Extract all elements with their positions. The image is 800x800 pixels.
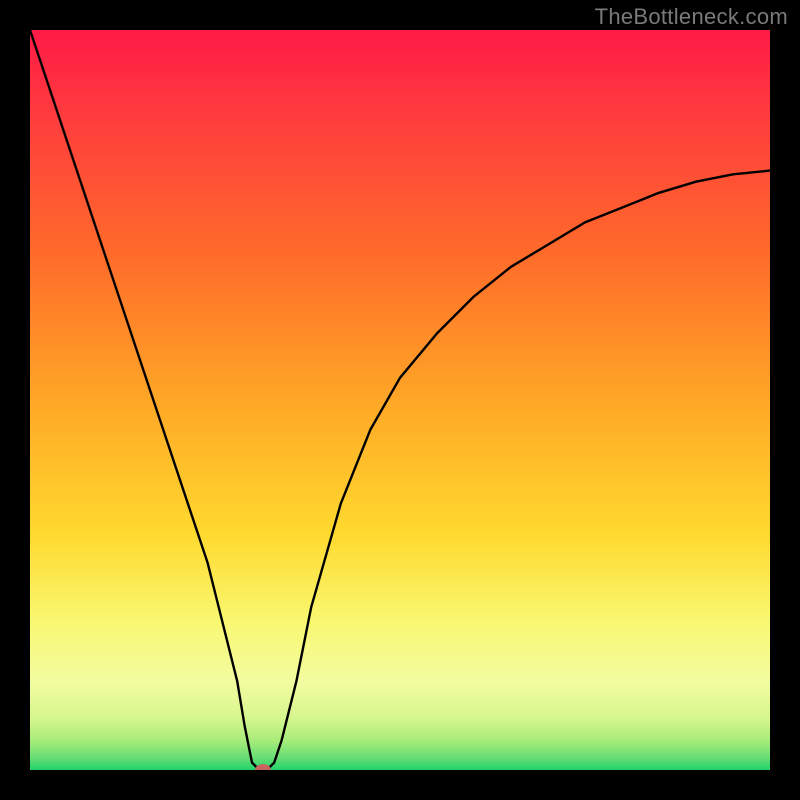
chart-frame: TheBottleneck.com xyxy=(0,0,800,800)
plot-area xyxy=(30,30,770,770)
bottleneck-curve xyxy=(30,30,770,770)
watermark-text: TheBottleneck.com xyxy=(595,4,788,30)
optimal-point-marker xyxy=(255,764,271,770)
